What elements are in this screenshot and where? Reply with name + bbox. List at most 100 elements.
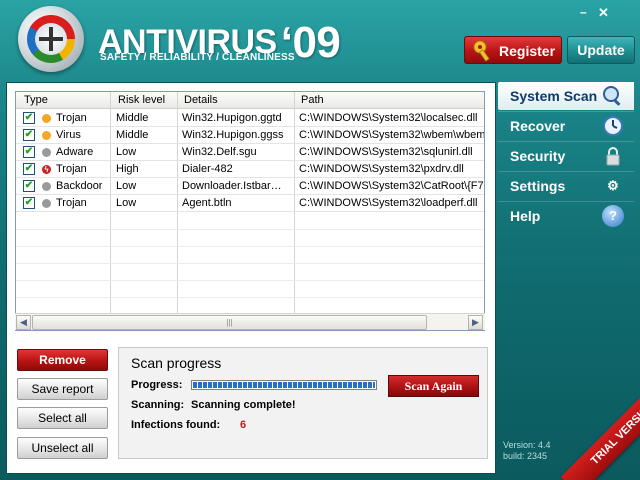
scroll-right-button[interactable]: ▶ <box>468 315 483 330</box>
magnifier-globe-icon <box>603 86 622 107</box>
scanning-label: Scanning: <box>131 399 185 411</box>
risk-middle-icon <box>42 131 51 140</box>
row-checkbox[interactable]: ✔ <box>23 197 35 209</box>
row-checkbox[interactable]: ✔ <box>23 146 35 158</box>
empty-row-line <box>16 263 484 264</box>
empty-row-line <box>16 246 484 247</box>
key-icon <box>473 40 490 62</box>
threat-risk: Middle <box>116 112 149 124</box>
risk-middle-icon <box>42 114 51 123</box>
threat-type: Trojan <box>56 112 87 124</box>
threat-row[interactable]: ✔ ϟ Trojan High Dialer-482 C:\WINDOWS\Sy… <box>16 161 484 178</box>
threat-risk: Low <box>116 146 137 158</box>
row-checkbox[interactable]: ✔ <box>23 163 35 175</box>
shield-logo-icon <box>18 6 84 72</box>
empty-row-line <box>16 229 484 230</box>
scan-progress-fill <box>193 382 375 388</box>
threat-path: C:\WINDOWS\System32\pxdrv.dll <box>299 163 464 175</box>
scroll-thumb[interactable]: ||| <box>32 315 427 330</box>
column-header-details[interactable]: Details <box>184 94 218 106</box>
empty-row-line <box>16 280 484 281</box>
threat-risk: Low <box>116 180 137 192</box>
risk-low-icon <box>42 148 51 157</box>
threat-type: Trojan <box>56 197 87 209</box>
risk-high-icon: ϟ <box>42 165 51 174</box>
minimize-button[interactable]: – <box>580 5 587 19</box>
scan-again-button[interactable]: Scan Again <box>388 375 479 397</box>
column-header-type[interactable]: Type <box>24 94 48 106</box>
scroll-left-button[interactable]: ◀ <box>16 315 31 330</box>
threat-path: C:\WINDOWS\System32\loadperf.dll <box>299 197 478 209</box>
logo-crosshair-v <box>49 27 53 51</box>
threat-row[interactable]: ✔ Trojan Middle Win32.Hupigon.ggtd C:\WI… <box>16 110 484 127</box>
gear-icon: ⚙ <box>607 178 619 193</box>
close-button[interactable]: ✕ <box>598 5 609 21</box>
threat-risk: High <box>116 163 139 175</box>
threat-risk: Low <box>116 197 137 209</box>
scan-progress-panel: Scan progress Progress: Scan Again Scann… <box>118 347 488 459</box>
threat-type: Adware <box>56 146 94 158</box>
antivirus-window: ANTIVIRUS‘09 SAFETY / RELIABILITY / CLEA… <box>0 0 640 480</box>
threat-path: C:\WINDOWS\System32\CatRoot\{F75 <box>299 180 485 192</box>
infections-count: 6 <box>240 419 247 431</box>
threat-row[interactable]: ✔ Backdoor Low Downloader.Istbar… C:\WIN… <box>16 178 485 195</box>
sidebar-item-settings[interactable]: Settings ⚙ <box>498 172 634 200</box>
threat-details: Downloader.Istbar… <box>182 180 282 192</box>
lock-icon <box>606 147 620 166</box>
threat-row[interactable]: ✔ Adware Low Win32.Delf.sgu C:\WINDOWS\S… <box>16 144 484 161</box>
row-checkbox[interactable]: ✔ <box>23 112 35 124</box>
threat-details: Agent.btln <box>182 197 232 209</box>
app-subtitle: SAFETY / RELIABILITY / CLEANLINESS <box>100 52 295 63</box>
infections-label: Infections found: <box>131 419 221 431</box>
build-text: build: 2345 <box>503 451 548 461</box>
threat-risk: Middle <box>116 129 149 141</box>
threat-row[interactable]: ✔ Trojan Low Agent.btln C:\WINDOWS\Syste… <box>16 195 484 212</box>
column-header-path[interactable]: Path <box>301 94 324 106</box>
sidebar-item-label: Help <box>510 208 541 224</box>
threat-row[interactable]: ✔ Virus Middle Win32.Hupigon.ggss C:\WIN… <box>16 127 485 144</box>
unselect-all-button[interactable]: Unselect all <box>17 437 108 459</box>
horizontal-scrollbar[interactable]: ◀ ||| ▶ <box>15 313 485 330</box>
row-checkbox[interactable]: ✔ <box>23 180 35 192</box>
scan-progress-title: Scan progress <box>131 355 222 371</box>
column-header-risk[interactable]: Risk level <box>118 94 165 106</box>
risk-low-icon <box>42 199 51 208</box>
sidebar-item-help[interactable]: Help ? <box>498 202 634 230</box>
threat-type: Virus <box>56 129 81 141</box>
trial-version-ribbon: TRIAL VERSION <box>560 370 640 480</box>
sidebar-item-system-scan[interactable]: System Scan <box>498 82 634 110</box>
threat-type: Trojan <box>56 163 87 175</box>
threat-list-header: Type Risk level Details Path <box>16 92 484 109</box>
version-text: Version: 4.4 <box>503 440 551 450</box>
risk-low-icon <box>42 182 51 191</box>
clock-icon <box>603 116 623 136</box>
sidebar-item-label: Recover <box>510 118 566 134</box>
scanning-status: Scanning complete! <box>191 399 296 411</box>
sidebar-item-label: Security <box>510 148 566 164</box>
select-all-button[interactable]: Select all <box>17 407 108 429</box>
save-report-button[interactable]: Save report <box>17 378 108 400</box>
threat-list: Type Risk level Details Path ✔ Trojan Mi… <box>15 91 485 331</box>
register-button[interactable]: Register <box>464 36 562 64</box>
sidebar-item-recover[interactable]: Recover <box>498 112 634 140</box>
sidebar-item-label: System Scan <box>510 88 598 104</box>
threat-path: C:\WINDOWS\System32\localsec.dll <box>299 112 478 124</box>
sidebar-item-security[interactable]: Security <box>498 142 634 170</box>
threat-details: Win32.Hupigon.ggtd <box>182 112 282 124</box>
help-icon: ? <box>602 205 624 227</box>
update-button[interactable]: Update <box>567 36 635 64</box>
threat-path: C:\WINDOWS\System32\wbem\wbema <box>299 129 485 141</box>
register-label: Register <box>499 43 556 59</box>
threat-type: Backdoor <box>56 180 103 192</box>
threat-path: C:\WINDOWS\System32\sqlunirl.dll <box>299 146 473 158</box>
threat-details: Win32.Hupigon.ggss <box>182 129 284 141</box>
threat-details: Win32.Delf.sgu <box>182 146 257 158</box>
empty-row-line <box>16 297 484 298</box>
scan-progress-bar <box>191 380 377 390</box>
sidebar-item-label: Settings <box>510 178 566 194</box>
main-panel: Type Risk level Details Path ✔ Trojan Mi… <box>6 82 496 474</box>
row-checkbox[interactable]: ✔ <box>23 129 35 141</box>
progress-label: Progress: <box>131 379 183 391</box>
remove-button[interactable]: Remove <box>17 349 108 371</box>
threat-details: Dialer-482 <box>182 163 233 175</box>
